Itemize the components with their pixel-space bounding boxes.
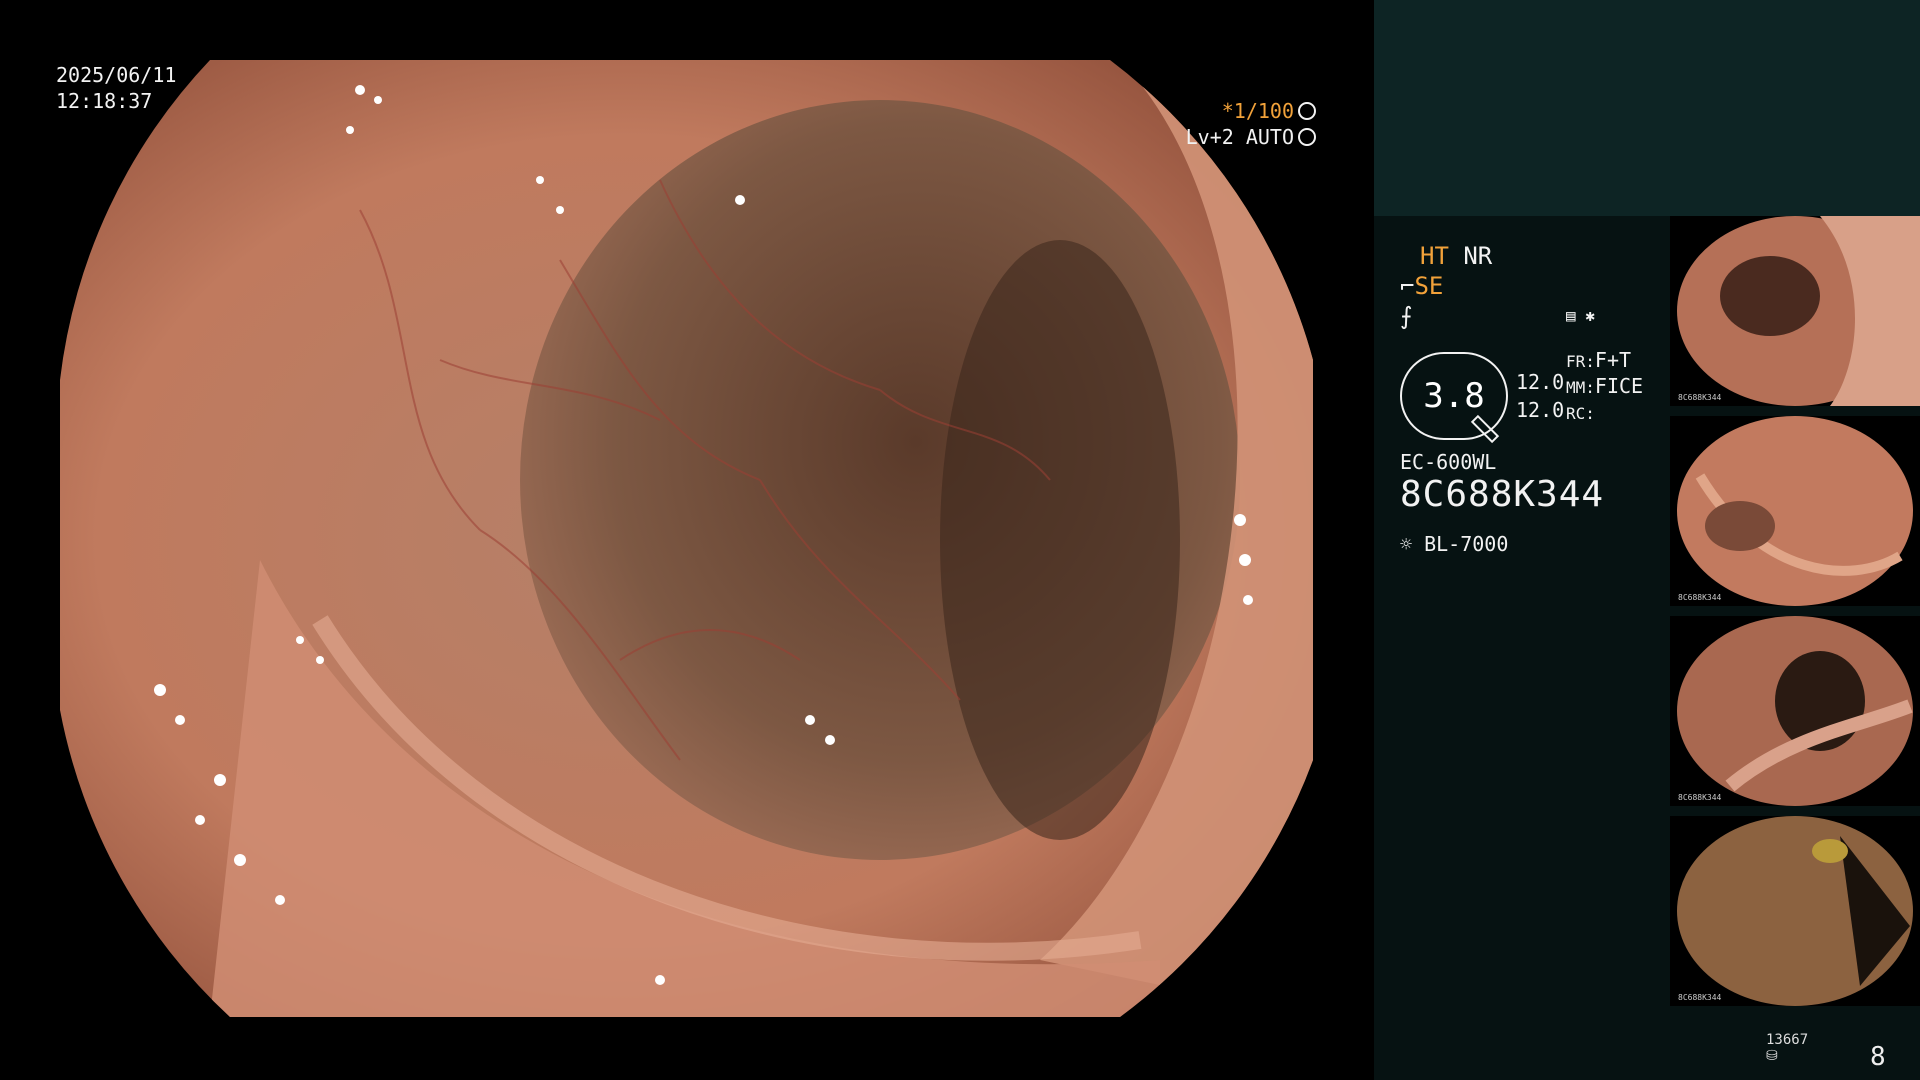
- rc-number: 12.0: [1516, 398, 1565, 422]
- image-counter: 13667 ⛁: [1766, 1032, 1808, 1064]
- thumbnail-1[interactable]: 8C688K344: [1670, 216, 1920, 406]
- scope-model: EC-600WL: [1400, 450, 1497, 474]
- thumbnail-4[interactable]: 8C688K344: [1670, 816, 1920, 1006]
- exposure-level: Lv+2 AUTO: [1185, 125, 1294, 149]
- mm-label: MM:: [1566, 378, 1595, 397]
- zoom-badge: 3.8: [1400, 352, 1508, 444]
- capture-count: 8: [1870, 1042, 1886, 1072]
- date-text: 2025/06/11: [56, 63, 177, 87]
- ht-indicator: HT: [1420, 242, 1449, 270]
- record-icon: ▤: [1566, 306, 1576, 325]
- mm-value: FICE: [1594, 374, 1644, 398]
- zoom-value: 3.8: [1423, 376, 1485, 416]
- asterisk-icon: ✱: [1585, 306, 1595, 325]
- structure-enhance-icon: ⌐: [1400, 272, 1415, 300]
- endoscope-main-view: [60, 60, 1313, 1017]
- thumbnail-2[interactable]: 8C688K344: [1670, 416, 1920, 606]
- fr-value: F+T: [1594, 348, 1632, 372]
- fr-label: FR:: [1566, 352, 1595, 371]
- nr-indicator: NR: [1463, 242, 1493, 270]
- se-indicator: SE: [1414, 272, 1444, 300]
- mode-values: 12.0 12.0: [1516, 368, 1564, 424]
- light-icon: ☼: [1400, 532, 1413, 556]
- mode-labels: FR:F+T MM:FICE RC:: [1566, 348, 1643, 426]
- thumbnail-label: 8C688K344: [1678, 993, 1722, 1002]
- scope-serial: 8C688K344: [1400, 474, 1605, 515]
- shutter-speed: *1/100: [1221, 99, 1294, 123]
- shutter-info: *1/100 Lv+2 AUTO: [1186, 98, 1316, 150]
- light-source-label: BL-7000: [1424, 532, 1509, 556]
- thumbnail-label: 8C688K344: [1678, 393, 1722, 402]
- rc-label: RC:: [1566, 404, 1595, 423]
- panel-header-area: [1374, 0, 1920, 216]
- auto-exposure-icon: [1298, 128, 1316, 146]
- endoscope-screen: 2025/06/11 12:18:37 *1/100 Lv+2 AUTO HT …: [0, 0, 1920, 1080]
- thumbnail-label: 8C688K344: [1678, 593, 1722, 602]
- thumbnail-label: 8C688K344: [1678, 793, 1722, 802]
- thumbnail-3[interactable]: 8C688K344: [1670, 616, 1920, 806]
- storage-icon: ⛁: [1766, 1048, 1778, 1064]
- magnifier-handle-icon: [1470, 414, 1500, 444]
- time-text: 12:18:37: [56, 89, 153, 113]
- counter-small-value: 13667: [1766, 1032, 1809, 1048]
- shutter-icon: [1298, 102, 1316, 120]
- fr-number: 12.0: [1516, 370, 1565, 394]
- datetime-display: 2025/06/11 12:18:37: [56, 62, 176, 114]
- color-enhance-icon: ⨍: [1400, 302, 1413, 330]
- light-source: ☼ BL-7000: [1400, 532, 1508, 556]
